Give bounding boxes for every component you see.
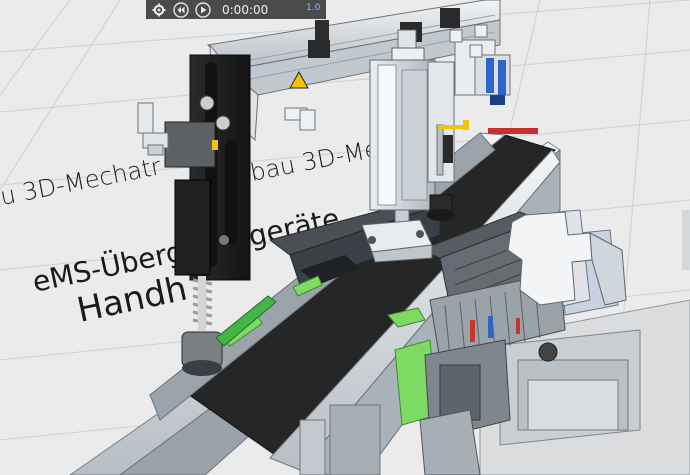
rewind-icon — [173, 1, 189, 18]
settings-button[interactable] — [150, 1, 168, 18]
3d-model-view[interactable]: u 3D-Mechatr bau 3D-Mech eMS-Übergangsge… — [0, 0, 690, 475]
floor-text-line1a: u 3D-Mechatr — [0, 152, 163, 211]
play-button[interactable] — [194, 1, 212, 18]
gear-icon — [152, 3, 166, 17]
playback-speed[interactable]: 1.0 — [306, 3, 320, 13]
cad-viewport[interactable]: u 3D-Mechatr bau 3D-Mech eMS-Übergangsge… — [0, 0, 690, 475]
play-icon — [195, 1, 211, 18]
valve-block — [449, 24, 511, 105]
playback-toolbar: 0:00:00 — [146, 0, 326, 19]
playback-time: 0:00:00 — [222, 2, 269, 17]
rewind-button[interactable] — [172, 1, 190, 18]
